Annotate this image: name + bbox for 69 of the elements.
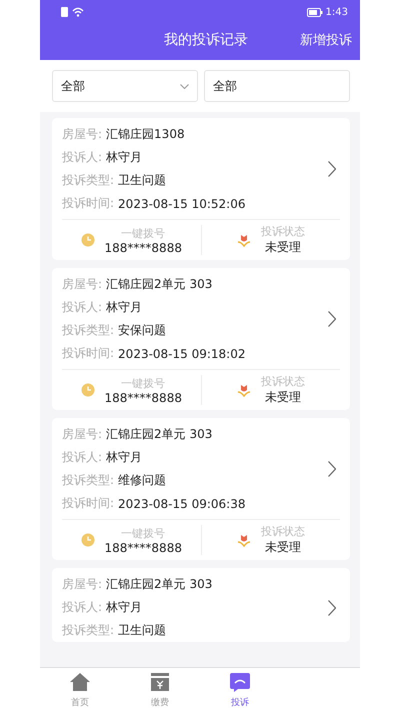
phone-number[interactable]: 188****8888 [104, 240, 182, 254]
chevron-right-icon [328, 311, 336, 327]
call-label: 一键拨号 [121, 526, 166, 540]
field-label: 投诉时间: [62, 195, 114, 212]
clock-icon [80, 233, 95, 247]
record-card[interactable]: 房屋号: 汇锦庄园2单元 303 投诉人: 林守月 投诉类型: 维修问题 投诉时间: 2023-08-15 09:06:38 一键拨号 188****8888 投诉状态 未受理 [52, 418, 350, 560]
field-value: 卫生问题 [118, 172, 166, 189]
flower-icon [236, 533, 251, 547]
field-value: 汇锦庄园2单元 303 [106, 576, 212, 593]
input-field[interactable]: 全部 [204, 70, 350, 102]
chevron-right-icon [328, 600, 336, 616]
chevron-right-icon [328, 461, 336, 477]
status-time: 1:43 [326, 6, 348, 18]
field-value: 汇锦庄园1308 [106, 126, 185, 143]
page-title: 我的投诉记录 [164, 31, 248, 49]
tab-item[interactable]: 投诉 [200, 668, 280, 712]
field-label: 投诉类型: [62, 172, 114, 189]
field-label: 投诉人: [62, 449, 102, 466]
field-label: 房屋号: [62, 576, 102, 593]
chevron-right-icon [328, 161, 336, 177]
field-label: 投诉类型: [62, 472, 114, 489]
dropdown-field[interactable]: 全部 [52, 70, 198, 102]
field-value: 2023-08-15 10:52:06 [118, 196, 246, 210]
battery-icon [306, 8, 323, 16]
field-label: 投诉人: [62, 149, 102, 166]
chat-icon [229, 672, 251, 692]
record-card[interactable]: 房屋号: 汇锦庄园1308 投诉人: 林守月 投诉类型: 卫生问题 投诉时间: 2023-08-15 10:52:06 一键拨号 188****8888 投诉状态 未受理 [52, 118, 350, 260]
sim-icon [61, 7, 68, 17]
call-label: 一键拨号 [121, 376, 166, 390]
field-label: 投诉人: [62, 599, 102, 616]
status-label: 投诉状态 [260, 224, 305, 239]
field-label: 房屋号: [62, 126, 102, 143]
field-value: 林守月 [106, 599, 142, 616]
field-value: 2023-08-15 09:18:02 [118, 346, 246, 360]
field-label: 投诉类型: [62, 622, 114, 639]
record-card[interactable]: 房屋号: 汇锦庄园2单元 303 投诉人: 林守月 投诉类型: 安保问题 投诉时间: 2023-08-15 09:18:02 一键拨号 188****8888 投诉状态 未受理 [52, 268, 350, 410]
chevron-down-icon [180, 84, 189, 88]
status-label: 投诉状态 [260, 374, 305, 389]
status-value: 未受理 [264, 539, 301, 556]
field-value: 安保问题 [118, 322, 166, 339]
field-value: 2023-08-15 09:06:38 [118, 496, 246, 510]
field-label: 房屋号: [62, 426, 102, 443]
flower-icon [236, 233, 251, 247]
field-label: 房屋号: [62, 276, 102, 293]
field-value: 卫生问题 [118, 622, 166, 639]
field-label: 投诉类型: [62, 322, 114, 339]
record-card[interactable]: 房屋号: 汇锦庄园2单元 303 投诉人: 林守月 投诉类型: 卫生问题 [52, 568, 350, 642]
phone-number[interactable]: 188****8888 [104, 540, 182, 554]
call-label: 一键拨号 [121, 226, 166, 240]
status-value: 未受理 [264, 389, 301, 406]
field-label: 投诉时间: [62, 495, 114, 512]
field-label: 投诉时间: [62, 345, 114, 362]
field-value: 汇锦庄园2单元 303 [106, 426, 212, 443]
field-value: 林守月 [106, 149, 142, 166]
wifi-icon [72, 7, 84, 17]
field-value: 林守月 [106, 449, 142, 466]
field-value: 汇锦庄园2单元 303 [106, 276, 212, 293]
field-label: 投诉人: [62, 299, 102, 316]
flower-icon [236, 383, 251, 397]
bill-icon [149, 672, 171, 692]
clock-icon [80, 383, 95, 397]
add-complaint-link[interactable]: 新增投诉 [300, 31, 352, 49]
phone-number[interactable]: 188****8888 [104, 390, 182, 404]
clock-icon [80, 533, 95, 547]
status-label: 投诉状态 [260, 524, 305, 539]
field-value: 维修问题 [118, 472, 166, 489]
field-value: 林守月 [106, 299, 142, 316]
status-value: 未受理 [264, 239, 301, 256]
home-icon [69, 672, 91, 692]
